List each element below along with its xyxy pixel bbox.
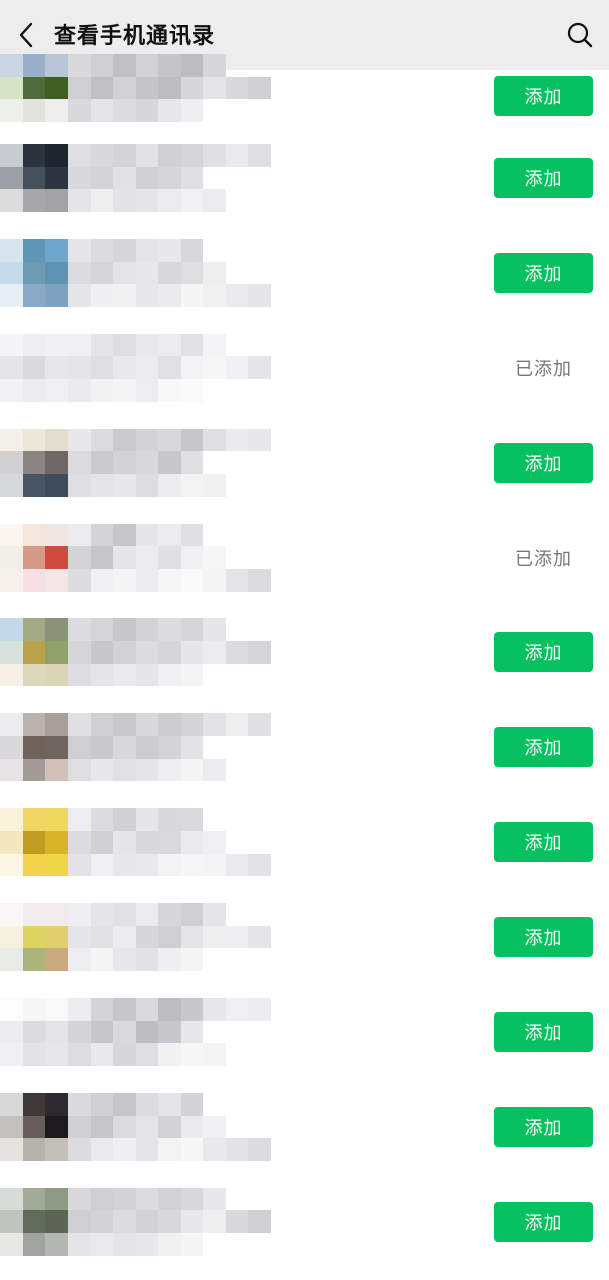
back-button[interactable]: [12, 20, 42, 50]
contact-name-blurred: [68, 713, 368, 782]
add-button[interactable]: 添加: [494, 76, 593, 116]
avatar[interactable]: [0, 618, 68, 687]
avatar[interactable]: [0, 808, 68, 877]
add-button[interactable]: 添加: [494, 442, 593, 483]
contact-name-blurred: [68, 144, 368, 212]
contact-name-blurred: [68, 428, 368, 497]
avatar[interactable]: [0, 713, 68, 782]
add-button[interactable]: 添加: [494, 727, 593, 768]
avatar[interactable]: [0, 428, 68, 497]
search-icon: [567, 22, 593, 48]
contact-row[interactable]: 已添加: [0, 320, 609, 415]
added-status-label: 已添加: [515, 358, 572, 380]
avatar[interactable]: [0, 54, 68, 122]
contact-name-blurred: [68, 808, 368, 877]
contact-row[interactable]: 添加: [0, 1174, 609, 1269]
add-button[interactable]: 添加: [494, 822, 593, 863]
added-status-label: 已添加: [515, 548, 572, 570]
add-button[interactable]: 添加: [494, 917, 593, 958]
contact-name-blurred: [68, 1092, 368, 1161]
contact-row[interactable]: 添加: [0, 604, 609, 699]
chevron-left-icon: [19, 22, 33, 48]
add-button[interactable]: 添加: [494, 632, 593, 673]
contact-row[interactable]: 添加: [0, 794, 609, 889]
avatar[interactable]: [0, 998, 68, 1066]
avatar[interactable]: [0, 238, 68, 307]
contact-name-blurred: [68, 618, 368, 687]
contact-row[interactable]: 添加: [0, 1079, 609, 1174]
avatar[interactable]: [0, 144, 68, 212]
add-button[interactable]: 添加: [494, 1012, 593, 1053]
contact-name-blurred: [68, 1187, 368, 1256]
contact-row[interactable]: 添加: [0, 415, 609, 510]
add-button[interactable]: 添加: [494, 1106, 593, 1147]
search-button[interactable]: [565, 20, 595, 50]
contact-row[interactable]: 添加: [0, 225, 609, 320]
contact-name-blurred: [68, 238, 368, 307]
contact-row[interactable]: 添加: [0, 54, 609, 130]
contact-name-blurred: [68, 998, 368, 1066]
contact-row[interactable]: 添加: [0, 699, 609, 794]
avatar[interactable]: [0, 1092, 68, 1161]
contact-name-blurred: [68, 54, 368, 122]
contact-name-blurred: [68, 333, 368, 402]
contact-name-blurred: [68, 903, 368, 972]
add-button[interactable]: 添加: [494, 1201, 593, 1242]
avatar[interactable]: [0, 1187, 68, 1256]
contact-row[interactable]: 添加: [0, 889, 609, 984]
avatar[interactable]: [0, 903, 68, 972]
avatar[interactable]: [0, 333, 68, 402]
contact-list: 添加 添加 添加 已添加 添加 已添加 添加 添加 添加 添加 添加 添加 添加: [0, 54, 609, 1269]
contact-row[interactable]: 已添加: [0, 510, 609, 605]
page-title: 查看手机通讯录: [54, 24, 216, 49]
contact-name-blurred: [68, 523, 368, 592]
avatar[interactable]: [0, 523, 68, 592]
add-button[interactable]: 添加: [494, 158, 593, 198]
contact-row[interactable]: 添加: [0, 130, 609, 225]
add-button[interactable]: 添加: [494, 252, 593, 293]
contact-row[interactable]: 添加: [0, 984, 609, 1079]
